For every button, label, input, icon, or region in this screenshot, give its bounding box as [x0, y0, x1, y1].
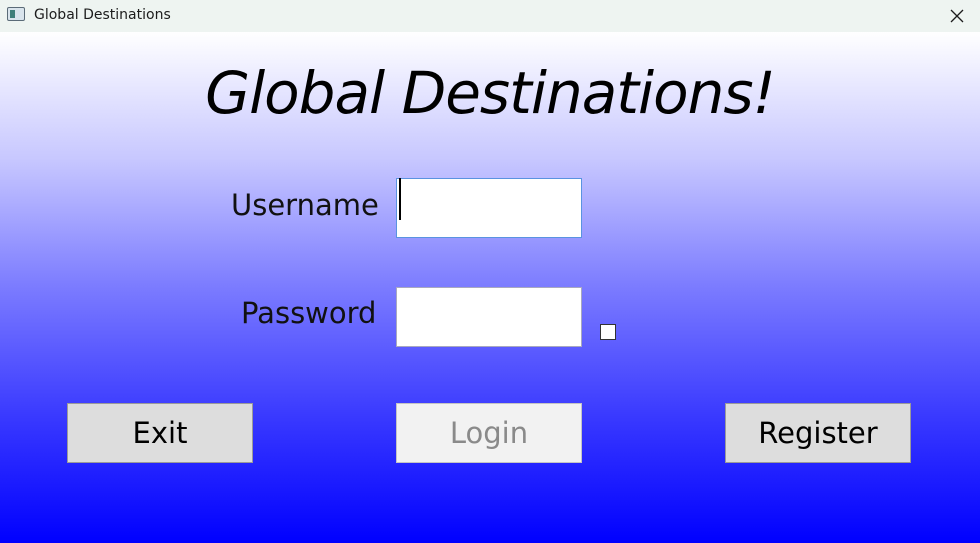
app-window: Global Destinations Global Destinations!…	[0, 0, 980, 543]
text-caret	[399, 178, 401, 220]
page-title: Global Destinations!	[205, 59, 776, 127]
password-label: Password	[241, 296, 377, 330]
username-label: Username	[231, 188, 379, 222]
close-button[interactable]	[934, 0, 980, 32]
show-password-checkbox[interactable]	[600, 324, 616, 340]
password-input[interactable]	[396, 287, 582, 347]
app-icon	[7, 7, 25, 21]
username-input[interactable]	[396, 178, 582, 238]
close-icon	[950, 9, 964, 23]
register-button[interactable]: Register	[725, 403, 911, 463]
login-button[interactable]: Login	[396, 403, 582, 463]
login-panel: Global Destinations! Username Password E…	[0, 32, 980, 543]
title-bar[interactable]: Global Destinations	[0, 0, 980, 32]
exit-button[interactable]: Exit	[67, 403, 253, 463]
window-title: Global Destinations	[34, 7, 171, 23]
